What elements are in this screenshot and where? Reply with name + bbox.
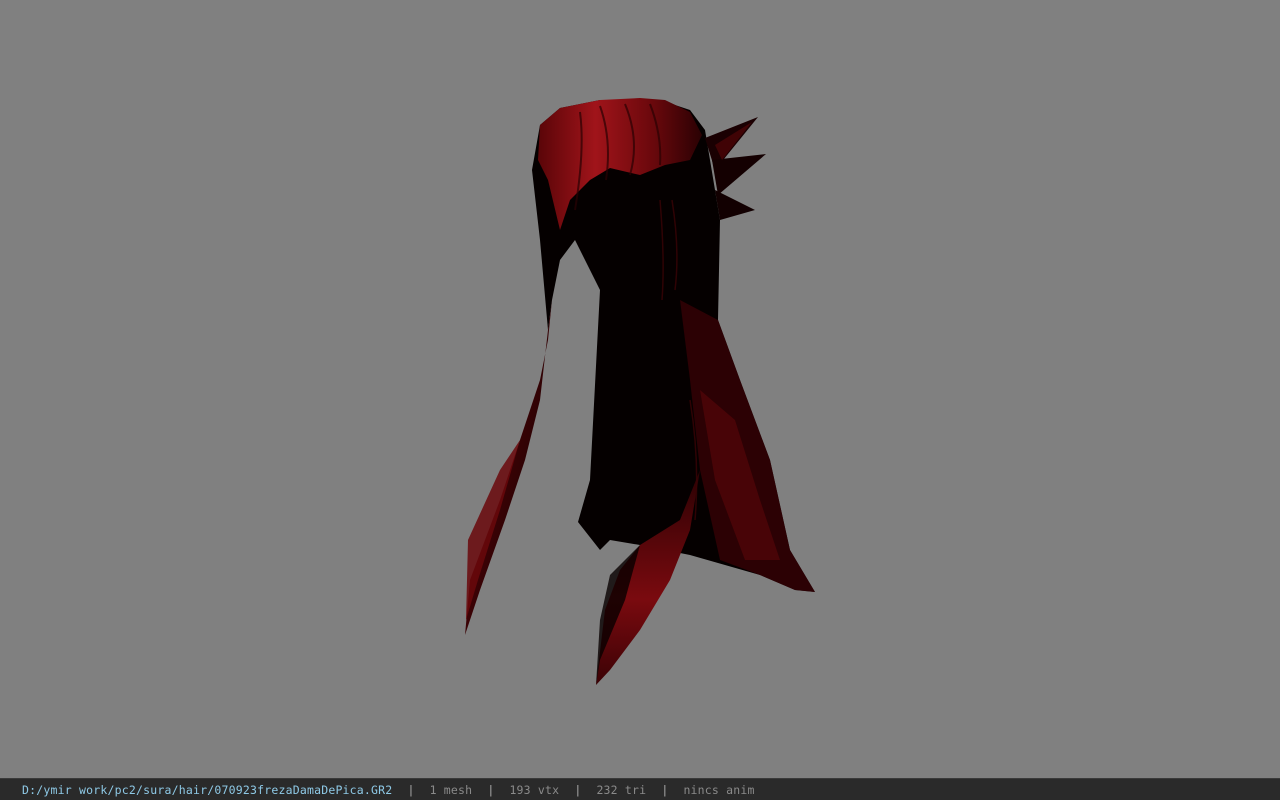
status-separator: |	[487, 782, 495, 797]
3d-viewport[interactable]	[0, 0, 1280, 778]
model-render	[465, 98, 815, 685]
animation-status-label: nincs anim	[683, 782, 755, 797]
file-path-label: D:/ymir work/pc2/sura/hair/070923frezaDa…	[22, 782, 393, 797]
triangle-count-label: 232 tri	[596, 782, 647, 797]
status-separator: |	[661, 782, 669, 797]
hair-spike-2	[712, 154, 766, 195]
hair-spike-3	[715, 190, 755, 220]
hair-left-strand	[465, 260, 556, 635]
vertex-count-label: 193 vtx	[509, 782, 560, 797]
status-separator: |	[574, 782, 582, 797]
hair-mesh	[465, 98, 815, 685]
status-bar: D:/ymir work/pc2/sura/hair/070923frezaDa…	[0, 778, 1280, 800]
mesh-count-label: 1 mesh	[429, 782, 473, 797]
status-separator: |	[407, 782, 415, 797]
